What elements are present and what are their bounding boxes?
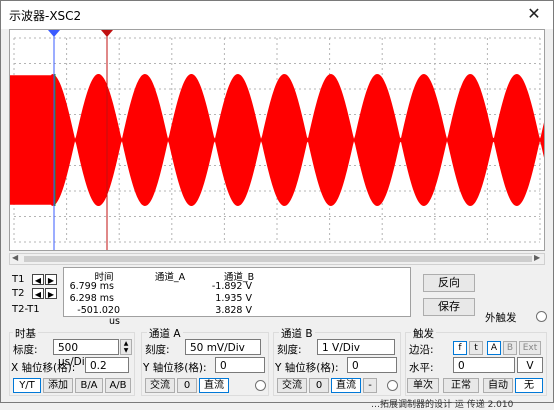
t1-time: 6.799 ms xyxy=(69,281,114,292)
cursor-t1-label: T1 xyxy=(12,274,25,285)
timebase-scale-label: 标度: xyxy=(13,344,38,356)
t1-channel-b: -1.892 V xyxy=(211,281,252,292)
trigger-level-field[interactable]: 0 xyxy=(453,357,515,373)
channel-b-zero-button[interactable]: 0 xyxy=(309,378,329,393)
external-trigger-radio[interactable] xyxy=(536,311,547,322)
trigger-normal-button[interactable]: 正常 xyxy=(443,378,479,393)
channel-b-dc-button[interactable]: 直流 xyxy=(331,378,361,393)
scroll-thumb[interactable] xyxy=(24,256,532,262)
save-button[interactable]: 保存 xyxy=(423,298,475,316)
cursor-delta-label: T2-T1 xyxy=(12,304,40,315)
oscilloscope-window: 示波器-XSC2 ✕ ◀ ▶ T1 ◀ ▶ T2 ◀ ▶ T2-T1 时间 通道… xyxy=(0,0,554,410)
channel-b-ypos-field[interactable]: 0 xyxy=(347,357,397,373)
trigger-single-button[interactable]: 单次 xyxy=(407,378,439,393)
t1-left-arrow-icon[interactable]: ◀ xyxy=(32,274,44,285)
channel-a-ac-button[interactable]: 交流 xyxy=(145,378,175,393)
channel-b-invert-radio[interactable] xyxy=(387,380,398,391)
channel-a-scale-label: 刻度: xyxy=(145,344,170,356)
mode-ba-button[interactable]: B/A xyxy=(75,378,103,393)
cursor-2-marker xyxy=(101,30,113,37)
cursor-t2-label: T2 xyxy=(12,288,25,299)
timebase-spinner[interactable]: ▲ ▼ xyxy=(120,339,132,355)
channel-a-zero-button[interactable]: 0 xyxy=(177,378,197,393)
channel-a-invert-radio[interactable] xyxy=(255,380,266,391)
mode-yt-button[interactable]: Y/T xyxy=(13,378,41,393)
am-signal-trace xyxy=(10,74,544,206)
measurement-readout: 时间 通道_A 通道_B 6.799 ms -1.892 V 6.298 ms … xyxy=(63,267,411,327)
delta-time: -501.020 us xyxy=(77,305,120,327)
channel-b-scale-label: 刻度: xyxy=(277,344,302,356)
external-trigger-label: 外触发 xyxy=(485,312,517,324)
scope-screen xyxy=(9,29,545,251)
cursor-1-marker xyxy=(48,30,60,37)
title-bar[interactable]: 示波器-XSC2 ✕ xyxy=(1,1,553,29)
channel-b-title: 通道 B xyxy=(279,326,315,341)
trigger-source-b-button[interactable]: B xyxy=(503,341,517,355)
channel-b-ac-button[interactable]: 交流 xyxy=(277,378,307,393)
scroll-right-icon[interactable]: ▶ xyxy=(534,253,540,262)
trigger-title: 触发 xyxy=(411,326,436,341)
mode-add-button[interactable]: 添加 xyxy=(43,378,73,393)
timebase-xpos-field[interactable]: 0.2 xyxy=(85,357,129,373)
trigger-falling-edge-button[interactable]: t xyxy=(469,341,483,355)
screen-scrollbar[interactable]: ◀ ▶ xyxy=(9,253,545,265)
t2-right-arrow-icon[interactable]: ▶ xyxy=(45,288,57,299)
channel-b-ypos-label: Y 轴位移(格): xyxy=(275,362,339,374)
trigger-rising-edge-button[interactable]: f xyxy=(453,341,467,355)
t2-left-arrow-icon[interactable]: ◀ xyxy=(32,288,44,299)
mode-ab-button[interactable]: A/B xyxy=(105,378,131,393)
trigger-none-button[interactable]: 无 xyxy=(515,378,543,393)
channel-b-scale-field[interactable]: 1 V/Div xyxy=(317,339,395,355)
channel-a-ypos-label: Y 轴位移(格): xyxy=(143,362,207,374)
trigger-edge-label: 边沿: xyxy=(409,344,434,356)
trigger-source-ext-button[interactable]: Ext xyxy=(519,341,541,355)
channel-a-scale-field[interactable]: 50 mV/Div xyxy=(185,339,261,355)
close-icon[interactable]: ✕ xyxy=(523,4,545,24)
timebase-xpos-label: X 轴位移(格): xyxy=(11,362,76,374)
channel-a-title: 通道 A xyxy=(147,326,183,341)
channel-b-minus-button[interactable]: - xyxy=(363,378,377,393)
trigger-source-a-button[interactable]: A xyxy=(487,341,501,355)
delta-channel-b: 3.828 V xyxy=(215,305,252,316)
background-bottom-fragment: …拓展调制器的设计 运 传递 2.010 xyxy=(371,400,514,410)
timebase-scale-field[interactable]: 500 us/Div xyxy=(53,339,119,368)
channel-a-ypos-field[interactable]: 0 xyxy=(215,357,265,373)
channel-a-dc-button[interactable]: 直流 xyxy=(199,378,229,393)
trigger-auto-button[interactable]: 自动 xyxy=(483,378,513,393)
t2-channel-b: 1.935 V xyxy=(215,293,252,304)
trigger-level-unit[interactable]: V xyxy=(517,357,543,373)
t1-right-arrow-icon[interactable]: ▶ xyxy=(45,274,57,285)
t2-time: 6.298 ms xyxy=(69,293,114,304)
scroll-left-icon[interactable]: ◀ xyxy=(12,253,18,262)
scope-plot xyxy=(10,30,544,250)
trigger-level-label: 水平: xyxy=(409,362,434,374)
timebase-title: 时基 xyxy=(13,326,38,341)
reverse-button[interactable]: 反向 xyxy=(423,274,475,292)
window-title: 示波器-XSC2 xyxy=(9,9,82,23)
